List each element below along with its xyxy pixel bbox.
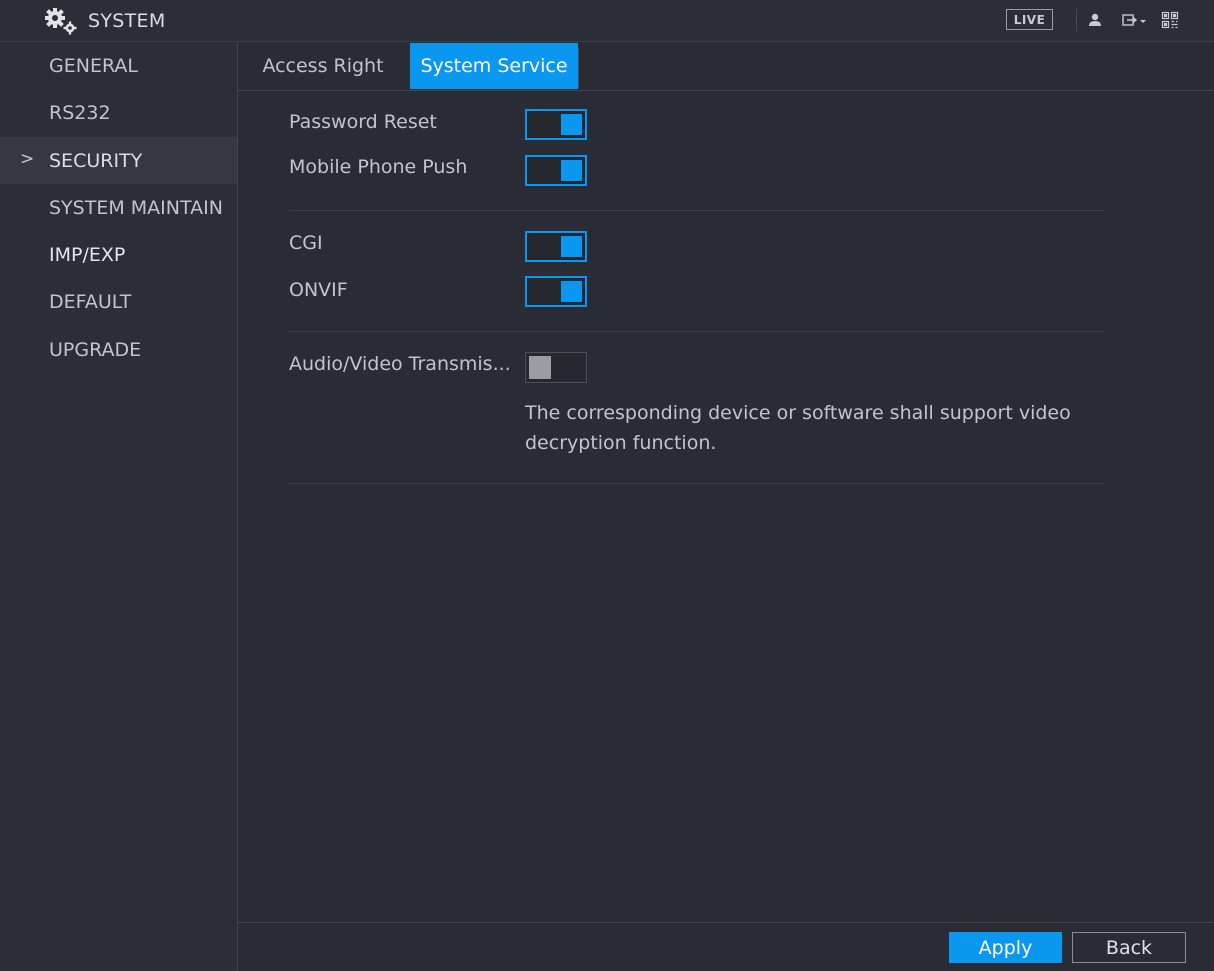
live-button[interactable]: LIVE <box>1006 9 1053 30</box>
sidebar-item-general[interactable]: GENERAL <box>0 42 237 89</box>
onvif-toggle[interactable] <box>525 276 587 307</box>
qr-code-icon[interactable] <box>1160 10 1180 30</box>
tab-divider <box>578 48 579 88</box>
sidebar-item-label: SECURITY <box>49 149 143 172</box>
mobile-phone-push-toggle[interactable] <box>525 155 587 186</box>
apply-button[interactable]: Apply <box>949 932 1062 963</box>
sidebar-item-imp-exp[interactable]: IMP/EXP <box>0 231 237 278</box>
cgi-label: CGI <box>289 232 323 254</box>
toggle-knob <box>561 160 582 181</box>
top-bar: SYSTEM LIVE <box>0 0 1214 42</box>
footer-divider <box>238 922 1214 923</box>
toggle-knob <box>561 236 582 257</box>
tab-access-right[interactable]: Access Right <box>238 42 408 90</box>
section-divider <box>289 331 1105 332</box>
title-area: SYSTEM <box>42 6 166 36</box>
user-icon[interactable] <box>1085 10 1105 30</box>
section-divider <box>289 210 1105 211</box>
section-divider <box>289 483 1105 484</box>
password-reset-label: Password Reset <box>289 111 437 133</box>
sidebar-item-security[interactable]: > SECURITY <box>0 137 237 184</box>
toggle-knob <box>561 114 582 135</box>
av-transmission-label: Audio/Video Transmis... <box>289 353 511 375</box>
tab-system-service[interactable]: System Service <box>410 43 578 89</box>
toggle-knob <box>529 356 551 379</box>
av-transmission-toggle[interactable] <box>525 352 587 383</box>
cgi-toggle[interactable] <box>525 231 587 262</box>
sidebar: GENERAL RS232 > SECURITY SYSTEM MAINTAIN… <box>0 42 238 971</box>
header-divider <box>1076 9 1077 31</box>
onvif-label: ONVIF <box>289 279 348 301</box>
logout-icon[interactable] <box>1120 10 1150 30</box>
sidebar-item-default[interactable]: DEFAULT <box>0 278 237 325</box>
toggle-knob <box>561 281 582 302</box>
sidebar-item-upgrade[interactable]: UPGRADE <box>0 326 237 373</box>
back-button[interactable]: Back <box>1072 932 1186 963</box>
tab-bar: Access Right System Service <box>238 42 1214 91</box>
av-transmission-note: The corresponding device or software sha… <box>525 402 1071 454</box>
sidebar-item-rs232[interactable]: RS232 <box>0 89 237 136</box>
password-reset-toggle[interactable] <box>525 109 587 140</box>
sidebar-item-system-maintain[interactable]: SYSTEM MAINTAIN <box>0 184 237 231</box>
chevron-right-icon: > <box>20 149 35 169</box>
page-title: SYSTEM <box>88 10 166 32</box>
mobile-phone-push-label: Mobile Phone Push <box>289 156 468 178</box>
gears-icon <box>42 6 82 36</box>
